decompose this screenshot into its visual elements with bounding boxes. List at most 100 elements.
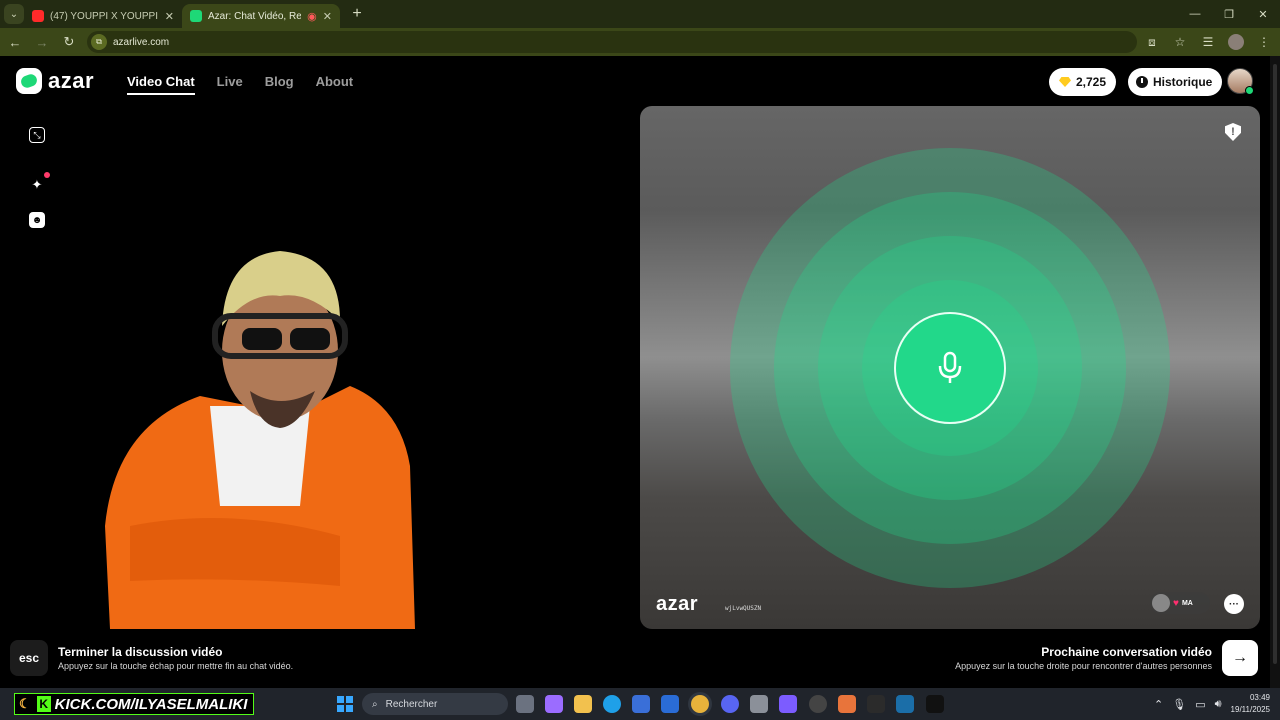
task-view-icon[interactable] [516, 695, 534, 713]
scrollbar-thumb[interactable] [1273, 64, 1277, 664]
main-nav: Video Chat Live Blog About [127, 74, 353, 95]
nav-live[interactable]: Live [217, 74, 243, 95]
tray-network-icon[interactable]: ▭ [1195, 698, 1205, 711]
peer-avatar [1152, 594, 1170, 612]
reload-icon[interactable]: ↻ [57, 30, 81, 54]
gems-count: 2,725 [1076, 75, 1107, 89]
copilot-icon[interactable] [545, 695, 563, 713]
system-clock[interactable]: 03:49 19/11/2025 [1231, 692, 1270, 716]
url-field[interactable]: ⧉ azarlive.com [87, 31, 1137, 53]
face-filter-icon[interactable]: ☻ [29, 212, 45, 228]
azar-favicon-icon [190, 10, 202, 22]
end-chat-hint: Appuyez sur la touche échap pour mettre … [58, 661, 294, 671]
forward-icon[interactable]: → [30, 30, 54, 54]
next-chat-title: Prochaine conversation vidéo [1041, 645, 1212, 659]
windows-start-icon[interactable] [337, 696, 353, 712]
kick-stream-banner: ☾ K KICK.COM/ILYASELMALIKI [14, 693, 255, 715]
address-bar-row: ← → ↻ ⧉ azarlive.com ⧈ ☆ ☰ ⋮ [0, 28, 1280, 56]
gem-icon [1059, 77, 1071, 87]
moon-icon: ☾ [19, 696, 31, 711]
user-avatar[interactable] [1227, 68, 1254, 95]
tab-title: (47) YOUPPI X YOUPPI - RASPO [50, 10, 159, 22]
azar-watermark: azar [656, 593, 699, 615]
profile-avatar[interactable] [1224, 30, 1248, 54]
outlook-icon[interactable] [661, 695, 679, 713]
end-chat-title: Terminer la discussion vidéo [58, 645, 223, 659]
effects-notification-dot [44, 172, 50, 178]
search-placeholder: Rechercher [385, 698, 438, 710]
capcut-icon[interactable] [867, 695, 885, 713]
taskbar-search[interactable]: ⌕ Rechercher [362, 693, 508, 715]
esc-end-button[interactable]: esc [10, 640, 48, 676]
steam-icon[interactable] [896, 695, 914, 713]
gems-balance-button[interactable]: 2,725 [1049, 68, 1117, 96]
report-shield-icon[interactable]: ! [1225, 123, 1241, 141]
windows-taskbar: ☾ K KICK.COM/ILYASELMALIKI ⌕ Rechercher … [0, 688, 1280, 720]
store-icon[interactable] [632, 695, 650, 713]
clock-icon [1136, 76, 1148, 88]
fullscreen-toggle-icon[interactable]: ⤡ [29, 127, 45, 143]
file-explorer-icon[interactable] [574, 695, 592, 713]
restore-icon[interactable]: ❐ [1212, 0, 1246, 28]
peer-info-chip[interactable]: ♥ MA [1150, 592, 1210, 614]
next-chat-hint: Appuyez sur la touche droite pour rencon… [955, 661, 1212, 671]
kick-logo-icon: K [36, 696, 51, 712]
kick-banner-text: KICK.COM/ILYASELMALIKI [54, 695, 248, 713]
azar-page: azar Video Chat Live Blog About 2,725 Hi… [0, 56, 1270, 688]
bookmark-star-icon[interactable]: ☆ [1168, 30, 1192, 54]
nav-blog[interactable]: Blog [265, 74, 294, 95]
adobe-icon[interactable] [838, 695, 856, 713]
tray-chevron-icon[interactable]: ⌃ [1154, 698, 1163, 711]
next-arrow-button[interactable]: → [1222, 640, 1258, 676]
close-window-icon[interactable]: ✕ [1246, 0, 1280, 28]
local-video-panel: ⤡ ✦ ☻ [10, 106, 630, 629]
youtube-icon [32, 10, 44, 22]
site-info-icon[interactable]: ⧉ [91, 34, 107, 50]
minimize-icon[interactable]: — [1178, 0, 1212, 28]
edge-icon[interactable] [603, 695, 621, 713]
tab-title: Azar: Chat Vidéo, Rencontre [208, 10, 302, 22]
reading-list-icon[interactable]: ☰ [1196, 30, 1220, 54]
back-icon[interactable]: ← [3, 30, 27, 54]
nav-video-chat[interactable]: Video Chat [127, 74, 195, 95]
effects-sparkle-icon[interactable]: ✦ [29, 177, 45, 193]
obs-icon[interactable] [809, 695, 827, 713]
url-text: azarlive.com [113, 36, 170, 48]
recording-icon: ◉ [307, 10, 317, 23]
azar-logo[interactable]: azar [16, 68, 94, 94]
clock-date: 19/11/2025 [1230, 705, 1270, 714]
search-icon: ⌕ [372, 698, 378, 710]
local-camera-feed [105, 251, 415, 629]
browser-tab-youtube[interactable]: (47) YOUPPI X YOUPPI - RASPO ✕ [24, 4, 182, 28]
peer-country-code: MA [1181, 599, 1193, 607]
clock-time: 03:49 [1249, 693, 1270, 702]
window-controls: — ❐ ✕ [1178, 0, 1280, 28]
install-app-icon[interactable]: ⧈ [1140, 30, 1164, 54]
chrome-icon[interactable] [691, 695, 709, 713]
history-label: Historique [1153, 75, 1213, 89]
system-tray: ⌃ 🎙︎ ▭ 🔊︎ 03:49 19/11/2025 [1154, 688, 1280, 720]
new-tab-button[interactable]: + [346, 3, 368, 25]
close-tab-icon[interactable]: ✕ [323, 10, 332, 23]
chat-bubble-icon[interactable]: ··· [1224, 594, 1244, 614]
discord-icon[interactable] [721, 695, 739, 713]
session-id: wjLvwQUSZN [725, 605, 762, 612]
azar-logo-icon [16, 68, 42, 94]
browser-tab-bar: ⌄ (47) YOUPPI X YOUPPI - RASPO ✕ Azar: C… [0, 0, 1280, 28]
page-scrollbar[interactable] [1270, 56, 1280, 688]
browser-tab-azar[interactable]: Azar: Chat Vidéo, Rencontre ◉ ✕ [182, 4, 340, 28]
remote-video-panel: ! azar wjLvwQUSZN ♥ MA ··· [640, 106, 1260, 629]
tiktok-icon[interactable] [926, 695, 944, 713]
nav-about[interactable]: About [316, 74, 354, 95]
heart-icon: ♥ [1173, 597, 1179, 609]
gamepad-icon[interactable] [779, 695, 797, 713]
app-window-icon[interactable] [750, 695, 768, 713]
tray-volume-icon[interactable]: 🔊︎ [1215, 698, 1222, 711]
online-status-dot [1245, 86, 1254, 95]
tray-mic-icon[interactable]: 🎙︎ [1172, 698, 1186, 711]
history-button[interactable]: Historique [1128, 68, 1223, 96]
close-tab-icon[interactable]: ✕ [165, 10, 174, 23]
menu-dots-icon[interactable]: ⋮ [1252, 30, 1276, 54]
tab-search-button[interactable]: ⌄ [4, 4, 24, 24]
logo-text: azar [48, 68, 95, 93]
